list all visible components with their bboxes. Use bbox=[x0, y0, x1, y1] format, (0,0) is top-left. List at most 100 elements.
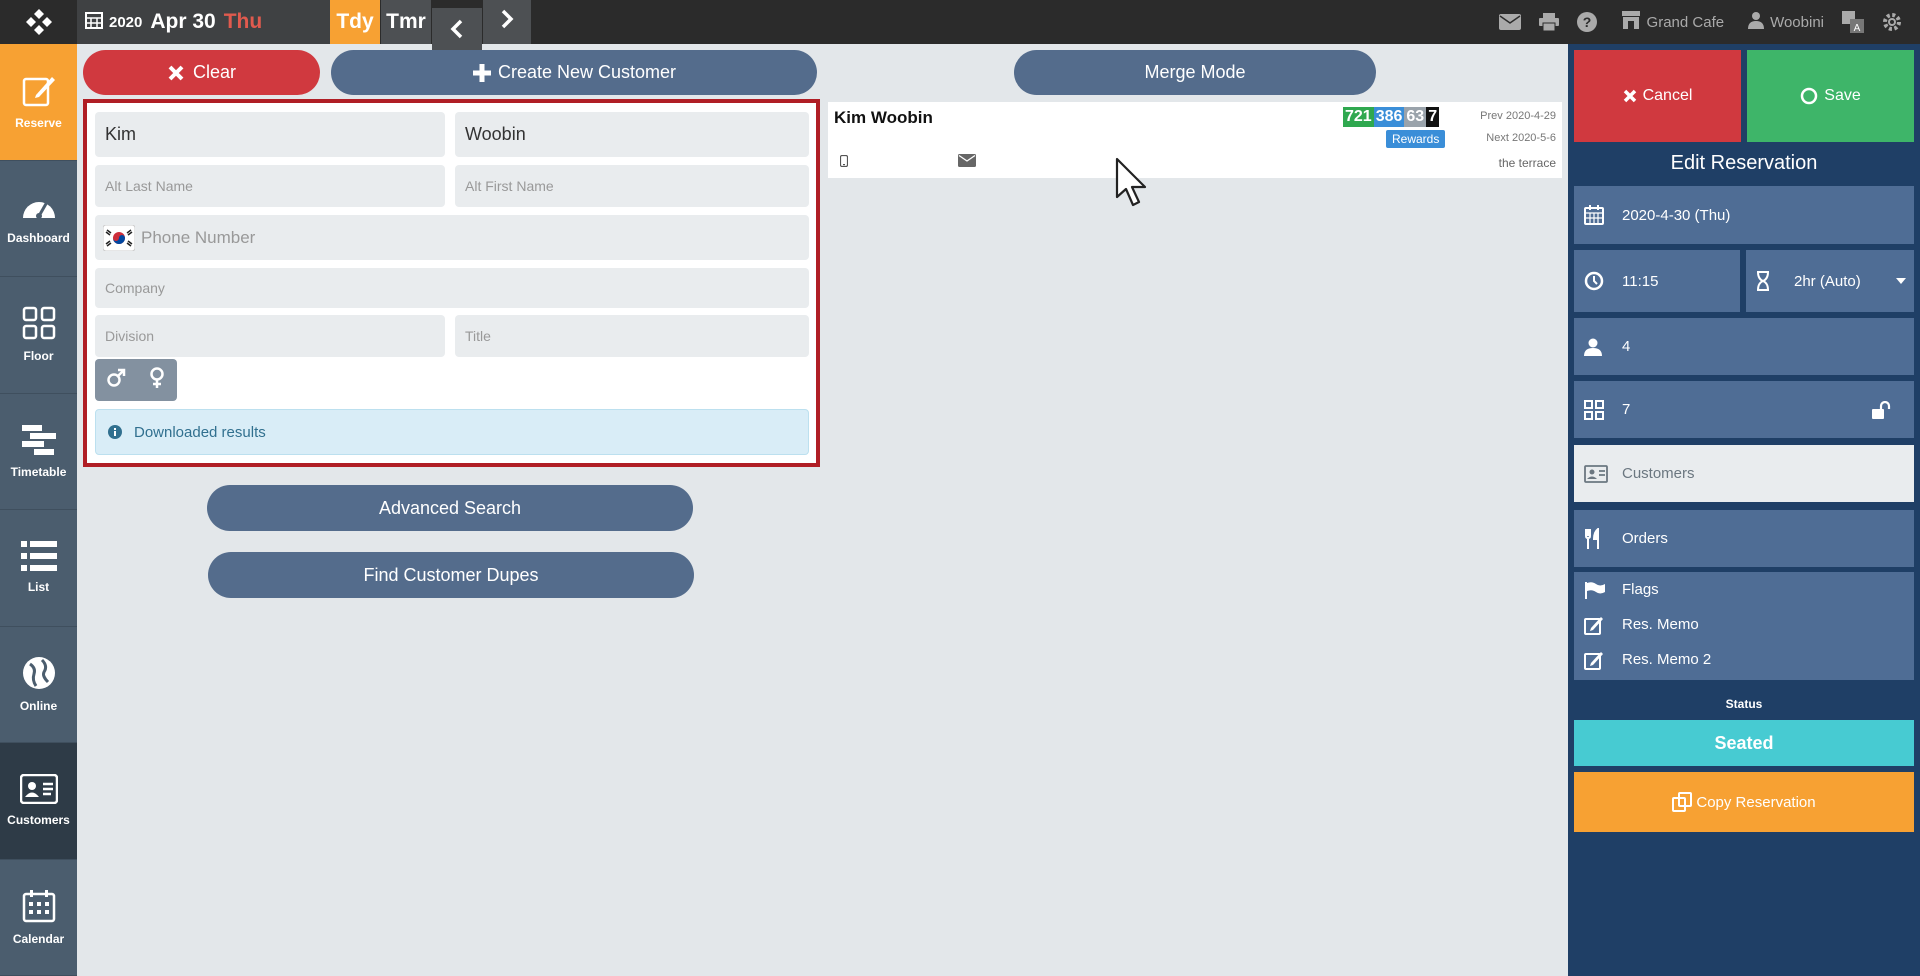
phone-number-field[interactable]: Phone Number bbox=[95, 215, 809, 260]
timeline-icon bbox=[20, 424, 58, 459]
time-value: 11:15 bbox=[1622, 272, 1659, 290]
phone-placeholder: Phone Number bbox=[141, 227, 256, 247]
table-assignment[interactable]: 7 bbox=[1574, 381, 1914, 438]
korea-flag-icon[interactable] bbox=[103, 224, 135, 251]
sidebar-item-label: Floor bbox=[23, 349, 54, 364]
next-day-button[interactable] bbox=[483, 0, 531, 44]
alt-last-name-field[interactable]: Alt Last Name bbox=[95, 165, 445, 207]
date-year: 2020 bbox=[109, 13, 143, 31]
status-button[interactable]: Seated bbox=[1574, 720, 1914, 766]
flag-icon bbox=[1584, 581, 1608, 599]
memo-label: Res. Memo bbox=[1622, 616, 1699, 633]
envelope-icon bbox=[958, 154, 976, 172]
translate-icon[interactable]: A bbox=[1842, 11, 1864, 33]
left-sidebar: Reserve Dashboard Floor Timetable List O… bbox=[0, 44, 77, 976]
venue-name: Grand Cafe bbox=[1646, 13, 1725, 31]
create-customer-label: Create New Customer bbox=[497, 62, 677, 82]
grid-icon bbox=[1584, 399, 1608, 420]
reservation-panel: Cancel Save Edit Reservation 2020-4-30 (… bbox=[1568, 44, 1920, 976]
venue-selector[interactable]: Grand Cafe bbox=[1615, 11, 1725, 33]
division-field[interactable]: Division bbox=[95, 315, 445, 357]
customer-result-card[interactable]: Kim Woobin 721 386 63 7 Rewards Prev 202… bbox=[828, 102, 1562, 178]
sidebar-item-label: Reserve bbox=[15, 116, 62, 131]
circle-icon bbox=[1800, 87, 1818, 105]
panel-title: Edit Reservation bbox=[1670, 152, 1818, 174]
duration-value: 2hr (Auto) bbox=[1794, 272, 1861, 290]
memo-item[interactable]: Res. Memo bbox=[1574, 607, 1914, 642]
stat-badge: 63 bbox=[1404, 107, 1427, 127]
memo2-label: Res. Memo 2 bbox=[1622, 651, 1712, 668]
advanced-search-button[interactable]: Advanced Search bbox=[207, 485, 693, 531]
sidebar-item-label: Dashboard bbox=[7, 230, 70, 245]
edit-icon bbox=[1584, 650, 1608, 670]
edit-icon bbox=[22, 73, 56, 110]
find-dupes-button[interactable]: Find Customer Dupes bbox=[208, 552, 694, 598]
unlock-icon[interactable] bbox=[1872, 400, 1892, 419]
save-label: Save bbox=[1824, 87, 1861, 104]
previous-day-button[interactable] bbox=[432, 8, 482, 52]
date-weekday: Thu bbox=[223, 10, 263, 33]
duration-select[interactable]: 2hr (Auto) bbox=[1746, 250, 1914, 312]
calendar-icon bbox=[22, 889, 56, 926]
customer-name: Kim Woobin bbox=[834, 108, 933, 127]
sidebar-item-dashboard[interactable]: Dashboard bbox=[0, 161, 77, 277]
save-button[interactable]: Save bbox=[1747, 50, 1914, 142]
print-icon[interactable] bbox=[1538, 13, 1559, 31]
envelope-icon[interactable] bbox=[1498, 14, 1521, 30]
female-icon[interactable] bbox=[148, 366, 166, 394]
title-field[interactable]: Title bbox=[455, 315, 809, 357]
gear-icon[interactable] bbox=[1882, 12, 1902, 32]
visit-stats: 721 386 63 7 bbox=[1343, 107, 1440, 127]
today-button[interactable]: Tdy bbox=[330, 0, 380, 44]
male-icon[interactable] bbox=[106, 368, 126, 393]
help-icon[interactable]: ? bbox=[1576, 12, 1597, 32]
first-name-field[interactable]: Woobin bbox=[455, 112, 809, 157]
clear-button[interactable]: Clear bbox=[83, 50, 320, 95]
reservation-time[interactable]: 11:15 bbox=[1574, 250, 1740, 312]
sidebar-item-reserve[interactable]: Reserve bbox=[0, 44, 77, 161]
sidebar-item-timetable[interactable]: Timetable bbox=[0, 394, 77, 510]
alt-first-name-field[interactable]: Alt First Name bbox=[455, 165, 809, 207]
info-alert: Downloaded results bbox=[95, 409, 809, 455]
sidebar-item-floor[interactable]: Floor bbox=[0, 277, 77, 394]
calendar-icon bbox=[1584, 205, 1608, 225]
person-icon bbox=[1584, 338, 1608, 356]
user-menu[interactable]: Woobini bbox=[1742, 11, 1824, 33]
merge-mode-button[interactable]: Merge Mode bbox=[1014, 50, 1376, 95]
clear-button-label: Clear bbox=[192, 62, 236, 82]
party-size-value: 4 bbox=[1622, 338, 1631, 355]
svg-text:?: ? bbox=[1582, 14, 1591, 30]
plus-icon bbox=[472, 63, 492, 83]
sidebar-item-online[interactable]: Online bbox=[0, 627, 77, 743]
reservation-date[interactable]: 2020-4-30 (Thu) bbox=[1574, 186, 1914, 244]
orders-section[interactable]: Orders bbox=[1574, 510, 1914, 567]
rewards-badge: Rewards bbox=[1386, 130, 1446, 148]
tomorrow-button[interactable]: Tmr bbox=[381, 0, 431, 44]
sidebar-item-calendar[interactable]: Calendar bbox=[0, 860, 77, 976]
sidebar-item-label: Calendar bbox=[12, 931, 65, 946]
company-field[interactable]: Company bbox=[95, 268, 809, 308]
info-text: Downloaded results bbox=[134, 423, 266, 441]
date-value: 2020-4-30 (Thu) bbox=[1622, 206, 1731, 224]
close-icon bbox=[1623, 89, 1637, 103]
grid-icon bbox=[22, 306, 56, 343]
app-logo-icon[interactable] bbox=[0, 0, 77, 44]
create-customer-button[interactable]: Create New Customer bbox=[331, 50, 817, 95]
customers-section[interactable]: Customers bbox=[1574, 445, 1914, 502]
sidebar-item-list[interactable]: List bbox=[0, 510, 77, 627]
memo2-item[interactable]: Res. Memo 2 bbox=[1574, 642, 1914, 677]
caret-down-icon bbox=[1896, 278, 1906, 284]
flags-item[interactable]: Flags bbox=[1574, 572, 1914, 607]
stat-badge: 7 bbox=[1426, 107, 1440, 127]
cancel-label: Cancel bbox=[1642, 87, 1693, 104]
date-picker[interactable]: 2020 Apr 30 Thu bbox=[77, 0, 330, 44]
copy-reservation-button[interactable]: Copy Reservation bbox=[1574, 772, 1914, 832]
cancel-button[interactable]: Cancel bbox=[1574, 50, 1741, 142]
edit-icon bbox=[1584, 615, 1608, 635]
party-size[interactable]: 4 bbox=[1574, 318, 1914, 375]
store-icon bbox=[1621, 11, 1641, 33]
date-month-day: Apr 30 bbox=[150, 10, 216, 33]
status-heading: Status bbox=[1725, 697, 1763, 711]
sidebar-item-customers[interactable]: Customers bbox=[0, 743, 77, 860]
last-name-field[interactable]: Kim bbox=[95, 112, 445, 157]
